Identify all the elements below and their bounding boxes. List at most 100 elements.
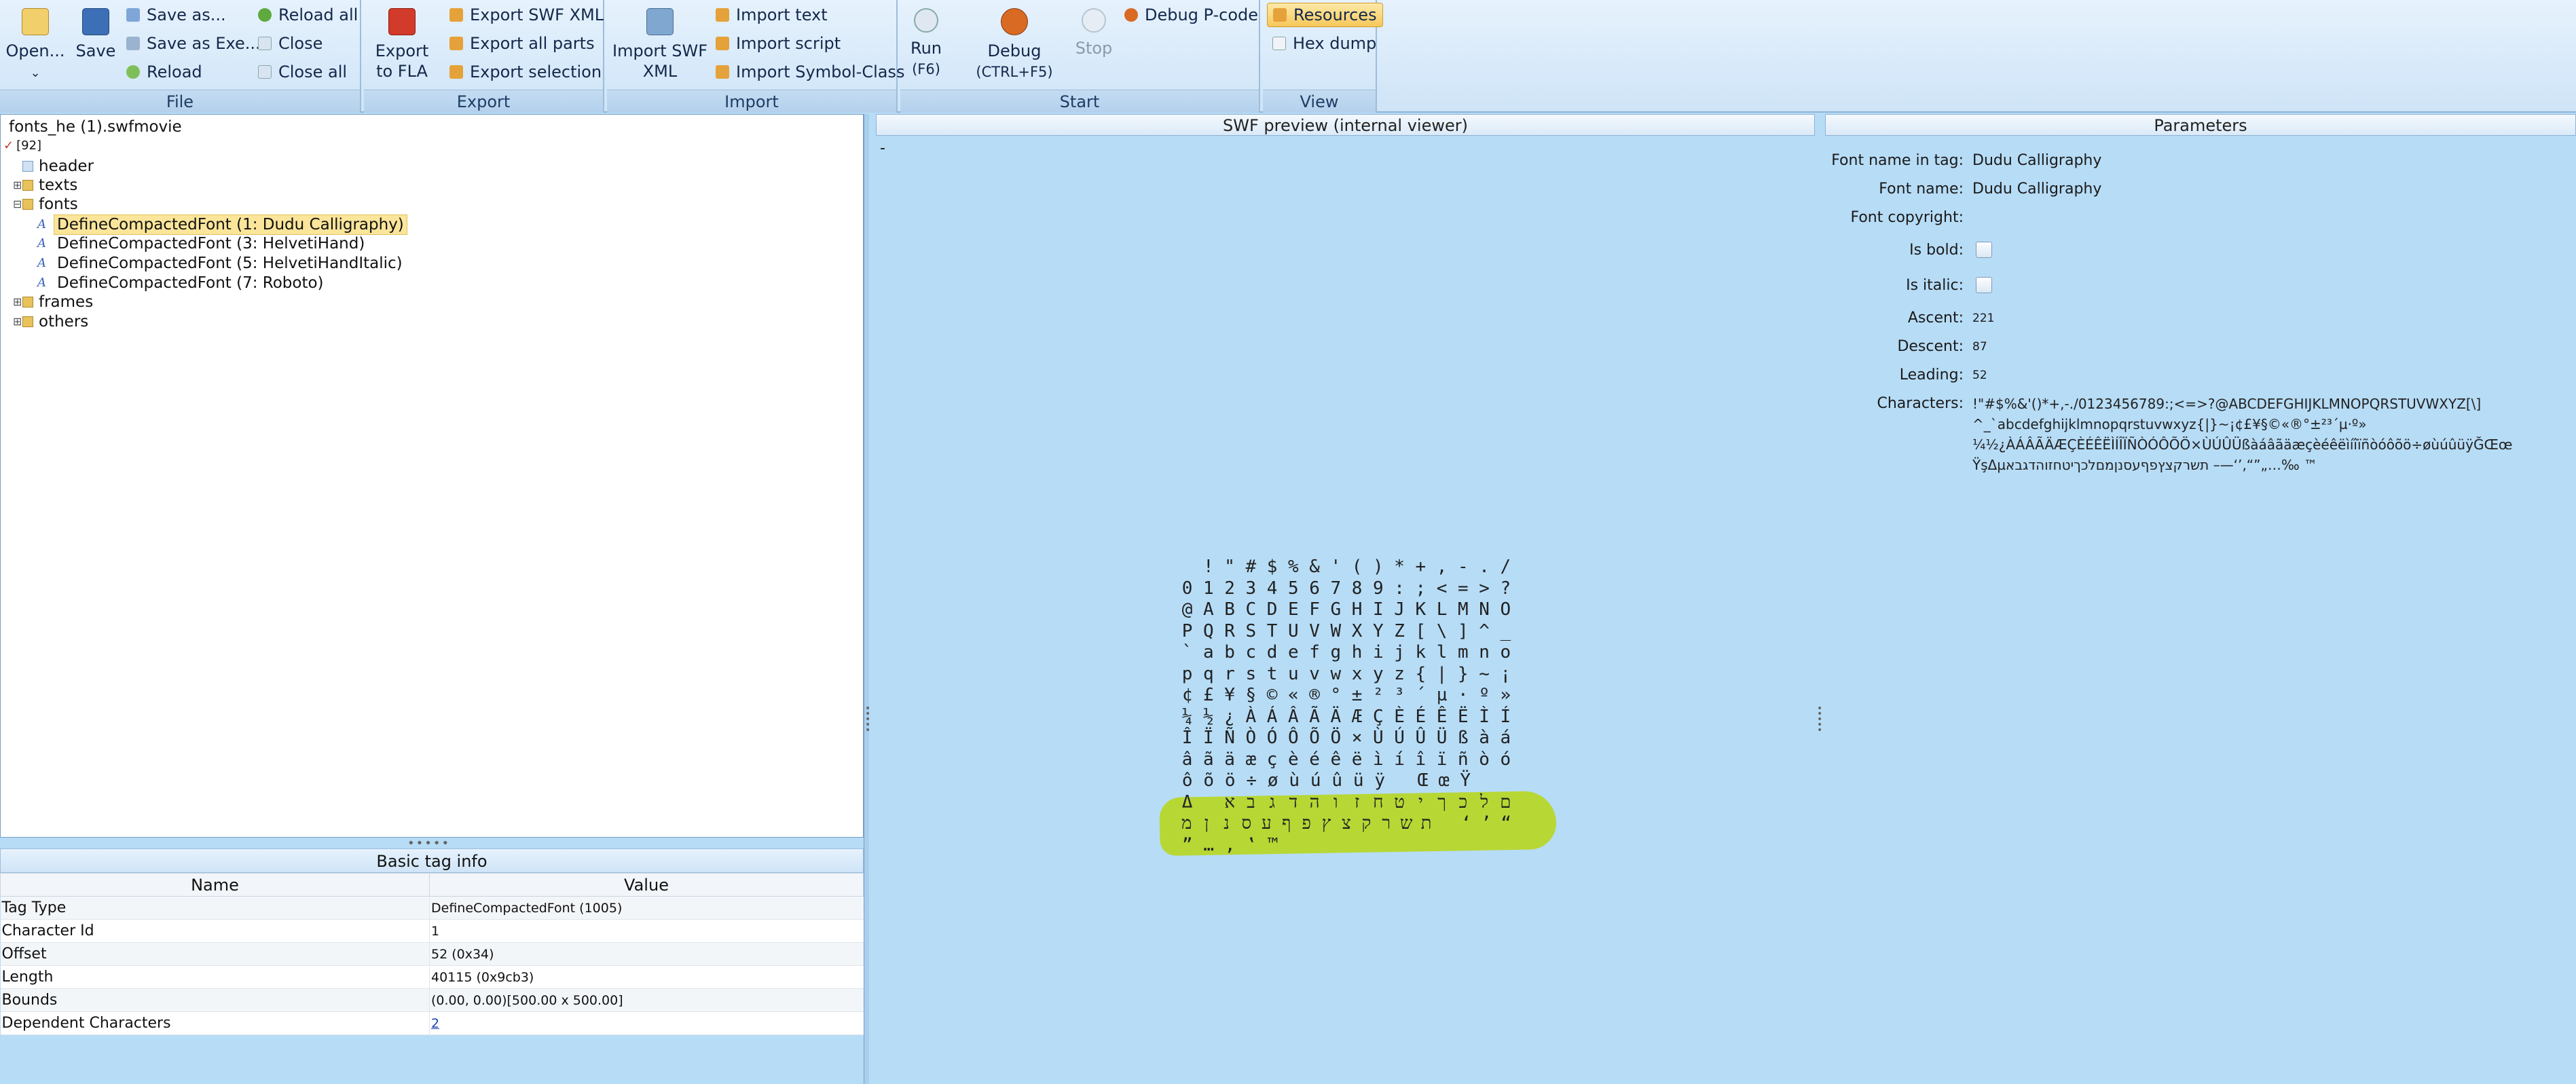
- table-row[interactable]: Length 40115 (0x9cb3): [0, 965, 864, 989]
- tree-node-fonts[interactable]: fonts: [22, 195, 78, 214]
- glyph-cell: ã: [1203, 749, 1214, 770]
- save-as-exe-button[interactable]: Save as Exe...: [126, 31, 261, 56]
- ribbon-group-start: Run (F6) Debug (CTRL+F5) Stop Debug P-co…: [900, 0, 1260, 113]
- tree-node-count[interactable]: ✓ [92]: [3, 136, 41, 155]
- export-all-parts-button[interactable]: Export all parts: [449, 31, 595, 56]
- tree-root[interactable]: fonts_he (1).swfmovie: [9, 117, 182, 136]
- close-button[interactable]: Close: [258, 31, 323, 56]
- tree-node-frames[interactable]: frames: [22, 293, 93, 312]
- glyph-cell: a: [1203, 642, 1214, 662]
- glyph-cell: ¼: [1181, 706, 1193, 727]
- glyph-cell: ø: [1267, 770, 1278, 791]
- tree-font-item[interactable]: A DefineCompactedFont (1: Dudu Calligrap…: [37, 214, 407, 235]
- glyph-cell: ע: [1261, 813, 1272, 834]
- import-text-button[interactable]: Import text: [716, 3, 828, 27]
- glyph-cell: É: [1415, 706, 1427, 727]
- glyph-cell: 5: [1288, 578, 1299, 599]
- save-button[interactable]: Save: [72, 4, 119, 61]
- glyph-cell: J: [1394, 599, 1405, 620]
- frames-expander-icon[interactable]: ⊞: [13, 295, 22, 308]
- bug-icon: [1001, 8, 1028, 35]
- glyph-row: âãäæçèéêëìíîïñòó: [1177, 749, 1516, 771]
- group-label-export: Export: [364, 90, 603, 113]
- is-italic-checkbox[interactable]: [1976, 277, 1992, 293]
- import-script-button[interactable]: Import script: [716, 31, 841, 56]
- ascent-value[interactable]: 221: [1972, 312, 1994, 325]
- font-name-in-tag-value[interactable]: Dudu Calligraphy: [1972, 152, 2101, 169]
- debug-label-1: Debug: [987, 41, 1042, 60]
- glyph-cell: î: [1415, 749, 1427, 770]
- glyph-cell: ו: [1333, 791, 1338, 812]
- group-label-file: File: [0, 90, 360, 113]
- reload-all-button[interactable]: Reload all: [258, 3, 358, 27]
- run-button[interactable]: Run (F6): [906, 4, 946, 79]
- tree-font-item[interactable]: A DefineCompactedFont (5: HelvetiHandIta…: [37, 254, 403, 273]
- font-name-value[interactable]: Dudu Calligraphy: [1972, 181, 2101, 198]
- glyph-cell: {: [1415, 663, 1427, 684]
- tree-node-others[interactable]: others: [22, 312, 88, 331]
- glyph-cell: Ù: [1373, 728, 1384, 748]
- glyph-cell: Û: [1415, 728, 1427, 748]
- tree-node-texts[interactable]: texts: [22, 176, 77, 195]
- table-row[interactable]: Character Id 1: [0, 919, 864, 943]
- export-selection-button[interactable]: Export selection: [449, 60, 602, 84]
- glyph-cell: ¥: [1224, 685, 1235, 705]
- import-symbol-class-button[interactable]: Import Symbol-Class: [716, 60, 904, 84]
- table-row[interactable]: Bounds (0.00, 0.00)[500.00 x 500.00]: [0, 988, 864, 1012]
- hex-dump-button[interactable]: Hex dump: [1272, 31, 1376, 56]
- tree-font-item-label: DefineCompactedFont (3: HelvetiHand): [57, 235, 365, 253]
- glyph-cell: N: [1479, 599, 1490, 620]
- save-as-button[interactable]: Save as...: [126, 3, 226, 27]
- glyph-cell: ï: [1436, 749, 1448, 770]
- tree-font-item[interactable]: A DefineCompactedFont (7: Roboto): [37, 274, 324, 293]
- table-row[interactable]: Tag Type DefineCompactedFont (1005): [0, 896, 864, 920]
- glyph-cell: L: [1436, 599, 1448, 620]
- preview-splitter-grip[interactable]: • • • • •: [1817, 704, 1824, 735]
- stop-button[interactable]: Stop: [1070, 4, 1118, 58]
- dependent-characters-link[interactable]: 2: [431, 1016, 439, 1031]
- glyph-cell: ז: [1355, 791, 1360, 812]
- others-expander-icon[interactable]: ⊞: [13, 315, 22, 328]
- ribbon-group-file: Open... ⌄ Save Save as... Save as Exe...…: [0, 0, 361, 113]
- glyph-cell: Ÿ: [1460, 770, 1471, 791]
- exe-icon: [126, 37, 140, 50]
- leading-value[interactable]: 52: [1972, 369, 1987, 382]
- glyph-cell: £: [1203, 685, 1214, 705]
- glyph-cell: ץ: [1321, 813, 1331, 834]
- glyph-cell: [: [1415, 620, 1427, 641]
- tree-font-item[interactable]: A DefineCompactedFont (3: HelvetiHand): [37, 234, 365, 253]
- glyph-cell: Œ: [1417, 770, 1429, 791]
- debug-button[interactable]: Debug (CTRL+F5): [972, 4, 1056, 82]
- glyph-cell: µ: [1436, 685, 1448, 705]
- reload-button[interactable]: Reload: [126, 60, 202, 84]
- import-swf-xml-button[interactable]: Import SWF XML: [612, 4, 707, 81]
- ribbon-toolbar: Open... ⌄ Save Save as... Save as Exe...…: [0, 0, 2576, 113]
- resources-button[interactable]: Resources: [1267, 3, 1383, 27]
- export-fla-label-2: to FLA: [376, 62, 428, 81]
- stop-label: Stop: [1075, 39, 1113, 58]
- table-row[interactable]: Dependent Characters 2: [0, 1011, 864, 1035]
- export-swf-xml-button[interactable]: Export SWF XML: [449, 3, 604, 27]
- table-row[interactable]: Offset 52 (0x34): [0, 942, 864, 966]
- fonts-collapse-icon[interactable]: ⊟: [13, 198, 22, 210]
- descent-value[interactable]: 87: [1972, 340, 1987, 354]
- vertical-splitter[interactable]: [864, 114, 869, 1084]
- column-header-name[interactable]: Name: [0, 873, 430, 897]
- texts-expander-icon[interactable]: ⊞: [13, 179, 22, 191]
- characters-line: ^_`abcdefghijklmnopqrstuvwxyz{|}~¡¢£¥§©«…: [1972, 416, 2367, 432]
- flash-file-icon: [388, 8, 416, 35]
- debug-pcode-button[interactable]: Debug P-code: [1124, 3, 1258, 27]
- vertical-splitter-grip[interactable]: • • • • •: [865, 704, 872, 735]
- glyph-row: Î Ï Ñ Ò Ó Ô Õ Ö × Ù Ú Û Üß à á: [1177, 728, 1516, 749]
- export-to-fla-button[interactable]: Export to FLA: [371, 4, 433, 81]
- glyph-cell: P: [1181, 620, 1193, 641]
- glyph-cell: ]: [1458, 620, 1469, 641]
- tree-header-label: header: [39, 157, 94, 175]
- glyph-cell: R: [1224, 620, 1235, 641]
- open-button[interactable]: Open... ⌄: [5, 4, 65, 83]
- is-bold-checkbox[interactable]: [1976, 242, 1992, 258]
- tree-node-header[interactable]: header: [22, 157, 94, 176]
- glyph-cell: &: [1309, 557, 1320, 577]
- column-header-value[interactable]: Value: [429, 873, 864, 897]
- close-all-button[interactable]: Close all: [258, 60, 347, 84]
